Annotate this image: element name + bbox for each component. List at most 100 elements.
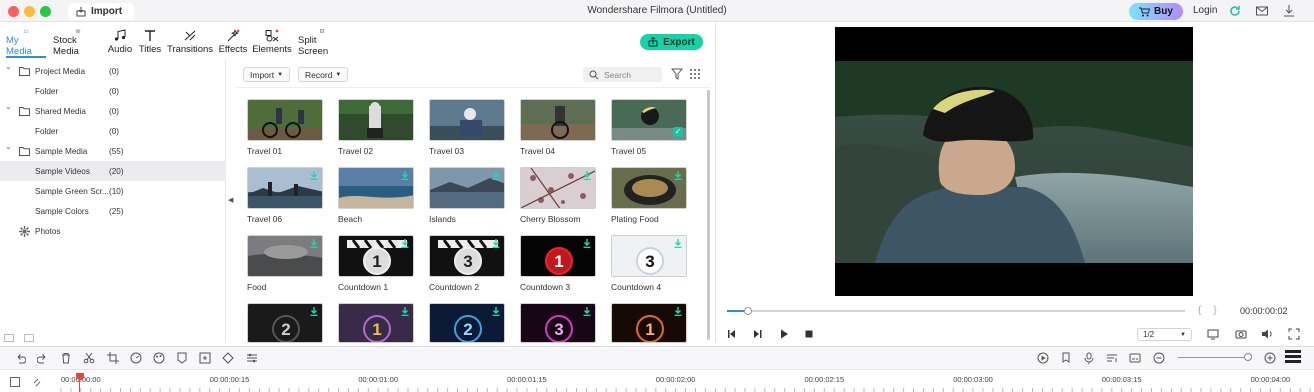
media-thumbnail[interactable] (338, 99, 414, 141)
download-icon[interactable] (583, 171, 591, 180)
download-icon[interactable] (492, 307, 500, 316)
media-thumbnail[interactable]: 1 (338, 235, 414, 277)
fullscreen-icon[interactable] (1288, 328, 1300, 340)
download-icon[interactable] (674, 307, 682, 316)
marker-icon[interactable] (176, 352, 188, 364)
tab-audio[interactable]: Audio (108, 29, 132, 57)
zoom-out-icon[interactable] (1153, 352, 1165, 364)
stop-icon[interactable] (803, 328, 815, 340)
tree-item[interactable]: ⌄ Sample Media (55) (0, 141, 226, 161)
tab-split-screen[interactable]: Split Screen (298, 29, 346, 57)
cut-icon[interactable] (83, 352, 95, 364)
media-thumbnail[interactable]: 3 (520, 303, 596, 343)
tab-my-media[interactable]: My Media (6, 29, 46, 57)
new-folder-icon[interactable] (4, 333, 34, 342)
audio-mixer-icon[interactable] (1106, 352, 1118, 364)
media-thumbnail[interactable] (520, 99, 596, 141)
close-window-button[interactable] (8, 6, 19, 17)
undo-icon[interactable] (14, 352, 26, 364)
download-icon[interactable] (401, 307, 409, 316)
media-thumbnail[interactable]: 3 (611, 235, 687, 277)
media-thumbnail[interactable]: ✓ (611, 99, 687, 141)
crop-icon[interactable] (107, 352, 119, 364)
delete-icon[interactable] (60, 352, 72, 364)
download-icon[interactable] (310, 307, 318, 316)
tree-item[interactable]: Sample Green Scr... (10) (0, 181, 226, 201)
microphone-icon[interactable] (1083, 352, 1095, 364)
tree-item[interactable]: ⌄ Project Media (0) (0, 61, 226, 81)
media-thumbnail[interactable] (429, 167, 505, 209)
media-thumbnail[interactable] (429, 99, 505, 141)
media-thumbnail[interactable]: 1 (611, 303, 687, 343)
maximize-window-button[interactable] (40, 6, 51, 17)
zoom-fit-icon[interactable] (199, 352, 211, 364)
buy-button[interactable]: Buy (1129, 3, 1183, 20)
tree-item[interactable]: Folder (0) (0, 81, 226, 101)
tab-transitions[interactable]: Transitions (167, 29, 213, 57)
speed-icon[interactable] (130, 352, 142, 364)
chevron-down-icon[interactable]: ⌄ (5, 142, 12, 151)
zoom-slider-track[interactable] (1178, 357, 1250, 358)
refresh-icon[interactable] (1228, 4, 1242, 18)
volume-icon[interactable] (1261, 328, 1273, 340)
media-thumbnail[interactable] (247, 99, 323, 141)
record-dropdown[interactable]: Record ▼ (298, 67, 349, 82)
media-thumbnail[interactable] (338, 167, 414, 209)
tree-item[interactable]: Sample Colors (25) (0, 201, 226, 221)
media-thumbnail[interactable]: 2 (429, 303, 505, 343)
minimize-window-button[interactable] (24, 6, 35, 17)
download-icon[interactable] (492, 239, 500, 248)
snap-marker-icon[interactable] (1060, 352, 1072, 364)
subtitle-icon[interactable] (1129, 352, 1141, 364)
download-icon[interactable] (310, 171, 318, 180)
tree-item[interactable]: ⌄ Shared Media (0) (0, 101, 226, 121)
render-preview-icon[interactable] (1037, 352, 1049, 364)
mail-icon[interactable] (1255, 4, 1269, 18)
download-icon[interactable] (401, 171, 409, 180)
track-layout-icon[interactable] (1285, 349, 1301, 365)
import-tab[interactable]: Import (68, 3, 134, 20)
chevron-down-icon[interactable]: ⌄ (5, 62, 12, 71)
grid-view-icon[interactable] (689, 68, 701, 80)
media-thumbnail[interactable] (247, 235, 323, 277)
tree-item[interactable]: Photos (0, 221, 226, 241)
media-thumbnail[interactable] (611, 167, 687, 209)
mark-in-out-buttons[interactable]: {} (1198, 305, 1229, 316)
tree-item[interactable]: Sample Videos (20) (0, 161, 226, 181)
color-icon[interactable] (153, 352, 165, 364)
media-thumbnail[interactable]: 1 (520, 235, 596, 277)
tab-stock-media[interactable]: Stock Media (53, 29, 103, 57)
download-icon[interactable] (492, 171, 500, 180)
media-thumbnail[interactable]: 3 (429, 235, 505, 277)
preview-progress-knob[interactable] (743, 307, 752, 315)
download-icon[interactable] (310, 239, 318, 248)
preview-video[interactable] (835, 27, 1193, 296)
download-icon[interactable] (583, 239, 591, 248)
snapshot-icon[interactable] (1235, 328, 1247, 340)
previous-frame-icon[interactable] (726, 328, 738, 340)
collapse-panel-arrow[interactable]: ◀ (228, 196, 233, 204)
tree-item[interactable]: Folder (0) (0, 121, 226, 141)
tab-titles[interactable]: Titles (139, 29, 161, 57)
download-icon[interactable] (674, 239, 682, 248)
download-icon[interactable] (583, 307, 591, 316)
zoom-in-icon[interactable] (1264, 352, 1276, 364)
preview-progress-track[interactable] (727, 310, 1185, 312)
import-dropdown[interactable]: Import ▼ (243, 67, 291, 82)
media-thumbnail[interactable]: 2 (247, 303, 323, 343)
media-thumbnail[interactable] (520, 167, 596, 209)
chevron-down-icon[interactable]: ⌄ (5, 102, 12, 111)
play-pause-icon[interactable] (752, 328, 764, 340)
tab-effects[interactable]: Effects (218, 29, 248, 57)
display-icon[interactable] (1207, 328, 1219, 340)
download-icon[interactable] (674, 171, 682, 180)
play-icon[interactable] (778, 328, 790, 340)
zoom-slider-knob[interactable] (1244, 353, 1252, 361)
media-thumbnail[interactable] (247, 167, 323, 209)
media-scrollbar[interactable] (707, 90, 710, 340)
search-input[interactable]: Search (583, 67, 662, 82)
tab-elements[interactable]: Elements (252, 29, 292, 57)
export-button[interactable]: Export (640, 34, 703, 50)
login-link[interactable]: Login (1193, 5, 1217, 16)
download-icon[interactable] (1282, 4, 1296, 18)
